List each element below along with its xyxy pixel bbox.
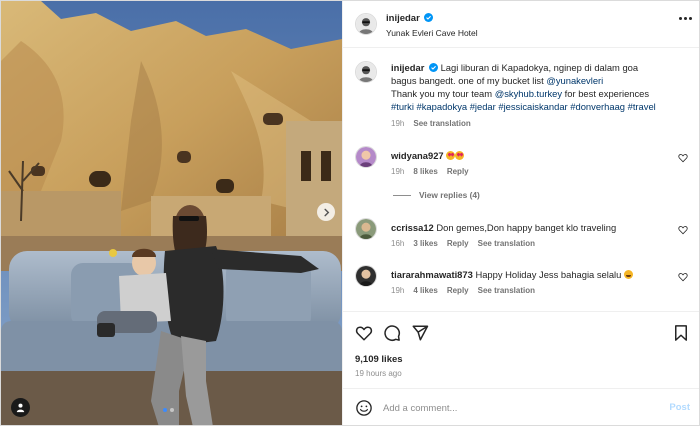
avatar[interactable]	[355, 13, 377, 35]
carousel-indicator	[163, 408, 174, 412]
header-username-row: inijedar	[386, 13, 434, 24]
comment-likes[interactable]: 4 likes	[413, 286, 437, 295]
caption-line3: Thank you my tour team	[391, 88, 495, 99]
comment-username[interactable]: ccrissa12	[391, 222, 434, 233]
divider	[393, 194, 411, 196]
comment-time: 19h	[391, 286, 405, 295]
reply-button[interactable]: Reply	[447, 239, 469, 248]
comment-text: tiararahmawati873 Happy Holiday Jess bah…	[391, 268, 633, 281]
caption-time: 19h	[391, 119, 405, 128]
post-comment-button[interactable]: Post	[669, 402, 690, 413]
caption-line2: bagus bangedt. one of my bucket list	[391, 75, 547, 86]
reply-button[interactable]: Reply	[447, 167, 469, 176]
cappadocia-cave-photo	[1, 1, 342, 425]
more-dots-icon	[679, 17, 682, 20]
header-username[interactable]: inijedar	[386, 13, 420, 24]
person-tag-icon	[16, 403, 25, 413]
smiley-icon[interactable]	[355, 399, 373, 417]
instagram-post-modal: inijedar Yunak Evleri Cave Hotel inijeda…	[0, 0, 700, 426]
view-replies-label: View replies (4)	[419, 190, 480, 200]
comments-list: inijedar Lagi liburan di Kapadokya, ngin…	[343, 49, 699, 311]
verified-badge-icon	[428, 63, 438, 72]
comment-meta: 19h 4 likes Reply See translation	[391, 286, 535, 295]
caption-username[interactable]: inijedar	[391, 62, 424, 73]
comment: widyana927 19h 8 likes Reply	[355, 146, 690, 186]
comment-input[interactable]	[383, 400, 643, 416]
mention-yunakevleri[interactable]: @yunakevleri	[546, 75, 603, 86]
caption-meta: 19h See translation	[391, 119, 471, 128]
comment-meta: 19h 8 likes Reply	[391, 167, 469, 176]
post-timestamp: 19 hours ago	[355, 369, 402, 378]
heart-icon[interactable]	[355, 324, 373, 342]
reply-button[interactable]: Reply	[447, 286, 469, 295]
comment-likes[interactable]: 3 likes	[413, 239, 437, 248]
header-location[interactable]: Yunak Evleri Cave Hotel	[386, 28, 478, 38]
comment-likes[interactable]: 8 likes	[413, 167, 437, 176]
comment-meta: 16h 3 likes Reply See translation	[391, 239, 535, 248]
more-dot	[684, 17, 687, 20]
comment: tiararahmawati873 Happy Holiday Jess bah…	[355, 265, 690, 305]
comment-text: widyana927	[391, 149, 465, 162]
more-dot	[689, 17, 692, 20]
caption-line1: Lagi liburan di Kapadokya, nginep di dal…	[440, 62, 639, 73]
comment-time: 16h	[391, 239, 405, 248]
caption-text: inijedar Lagi liburan di Kapadokya, ngin…	[391, 61, 691, 113]
avatar[interactable]	[355, 218, 377, 240]
comment-text: ccrissa12 Don gemes,Don happy banget klo…	[391, 221, 616, 234]
caption-line3-end: for best experiences	[562, 88, 650, 99]
avatar[interactable]	[355, 61, 377, 83]
comment-body: Happy Holiday Jess bahagia selalu	[475, 269, 622, 280]
see-translation-link[interactable]: See translation	[478, 286, 535, 295]
paper-plane-icon[interactable]	[411, 324, 429, 342]
comment-icon[interactable]	[383, 324, 401, 342]
grinning-emoji	[623, 270, 633, 279]
bookmark-icon[interactable]	[672, 324, 690, 342]
mention-skyhub[interactable]: @skyhub.turkey	[495, 88, 562, 99]
heart-icon[interactable]	[678, 225, 688, 235]
avatar[interactable]	[355, 146, 377, 168]
avatar-image	[356, 219, 376, 239]
caption-hashtags[interactable]: #turki #kapadokya #jedar #jessicaiskanda…	[391, 101, 656, 112]
comment-username[interactable]: tiararahmawati873	[391, 269, 473, 280]
avatar-image	[356, 62, 376, 82]
heart-eyes-emoji	[446, 151, 456, 160]
post-details-panel: inijedar Yunak Evleri Cave Hotel inijeda…	[342, 1, 699, 425]
tagged-people-button[interactable]	[11, 398, 30, 417]
caption: inijedar Lagi liburan di Kapadokya, ngin…	[355, 61, 690, 131]
carousel-dot	[163, 408, 167, 412]
avatar-image	[356, 14, 376, 34]
see-translation-link[interactable]: See translation	[413, 119, 470, 128]
comment-username[interactable]: widyana927	[391, 150, 444, 161]
comment-body: Don gemes,Don happy banget klo traveling	[436, 222, 617, 233]
comment-time: 19h	[391, 167, 405, 176]
post-header: inijedar Yunak Evleri Cave Hotel	[343, 1, 699, 48]
comment: ccrissa12 Don gemes,Don happy banget klo…	[355, 218, 690, 258]
heart-eyes-emoji	[455, 151, 465, 160]
see-translation-link[interactable]: See translation	[478, 239, 535, 248]
likes-count[interactable]: 9,109 likes	[355, 354, 403, 365]
chevron-right-icon	[323, 208, 329, 216]
avatar[interactable]	[355, 265, 377, 287]
more-options-button[interactable]	[679, 17, 692, 20]
post-photo[interactable]	[1, 1, 342, 425]
comment-composer: Post	[343, 388, 699, 425]
carousel-dot	[170, 408, 174, 412]
avatar-image	[356, 147, 376, 167]
heart-icon[interactable]	[678, 153, 688, 163]
heart-icon[interactable]	[678, 272, 688, 282]
verified-badge-icon	[424, 13, 434, 22]
avatar-image	[356, 266, 376, 286]
next-photo-button[interactable]	[317, 203, 335, 221]
view-replies-button[interactable]: View replies (4)	[393, 190, 480, 200]
